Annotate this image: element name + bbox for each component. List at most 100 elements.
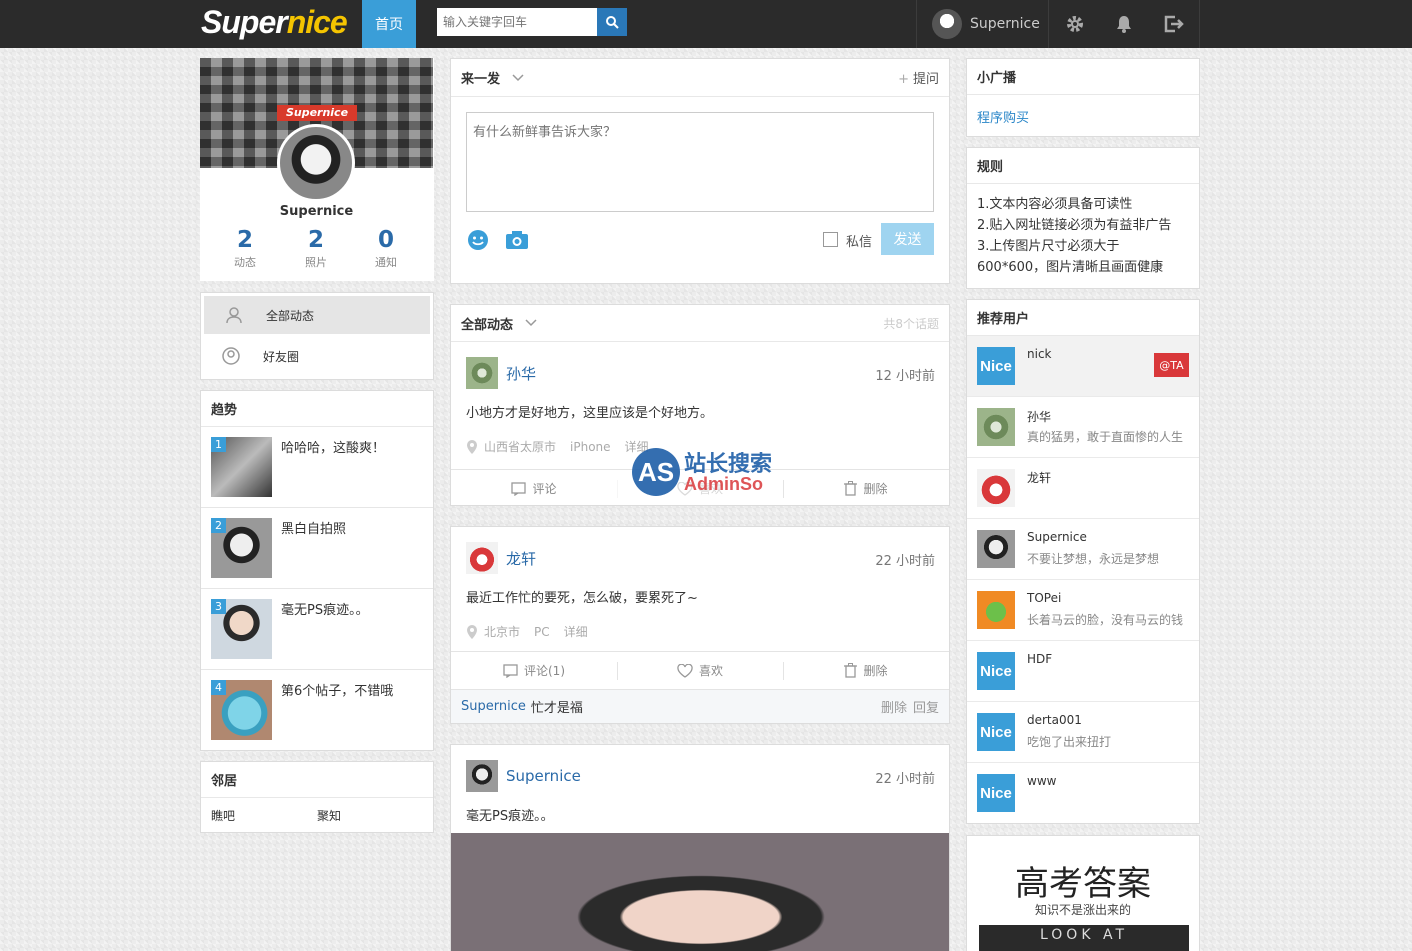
compose-header: 来一发 + 提问 <box>451 59 949 97</box>
post-content: 小地方才是好地方，这里应该是个好地方。 <box>466 406 714 421</box>
delete-button[interactable]: 删除 <box>783 652 949 689</box>
recommended-user[interactable]: TOPei 长着马云的脸，没有马云的钱 <box>967 580 1199 641</box>
post-author[interactable]: 龙轩 <box>506 548 536 569</box>
avatar[interactable] <box>466 760 498 792</box>
private-checkbox[interactable] <box>823 232 838 247</box>
post-actions: 评论(1) 喜欢 删除 <box>451 651 949 689</box>
rules-title: 规则 <box>967 148 1199 184</box>
heart-icon <box>677 481 693 496</box>
neighbor-link[interactable]: 瞧吧 <box>211 807 235 824</box>
avatar[interactable] <box>466 357 498 389</box>
notifications-button[interactable] <box>1110 10 1138 38</box>
comment-author[interactable]: Supernice <box>461 699 526 714</box>
recommended-user[interactable]: 龙轩 <box>967 458 1199 519</box>
nav-home-link[interactable]: 首页 <box>362 0 416 48</box>
like-button[interactable]: 喜欢 <box>617 652 783 689</box>
emoji-icon[interactable] <box>467 229 489 251</box>
trend-item[interactable]: 1 哈哈哈，这酸爽！ <box>201 427 433 508</box>
trend-thumbnail: 3 <box>211 599 272 659</box>
post-author[interactable]: 孙华 <box>506 363 536 384</box>
avatar[interactable] <box>977 469 1015 507</box>
settings-button[interactable] <box>1061 10 1089 38</box>
user-bio: 长着马云的脸，没有马云的钱 <box>1027 613 1184 627</box>
user-icon <box>226 307 242 324</box>
user-name[interactable]: TOPei <box>1027 591 1061 605</box>
comment-icon <box>503 663 518 678</box>
post-detail-link[interactable]: 详细 <box>564 623 588 640</box>
search-input[interactable] <box>437 8 597 36</box>
trend-item[interactable]: 2 黑白自拍照 <box>201 508 433 589</box>
trend-item[interactable]: 3 毫无PS痕迹。。 <box>201 589 433 670</box>
comment-row: Supernice 忙才是福 删除 回复 <box>451 689 949 723</box>
post-detail-link[interactable]: 详细 <box>625 438 649 455</box>
comment-text: 忙才是福 <box>530 701 583 716</box>
stat-notifications[interactable]: 0 通知 <box>361 226 411 270</box>
recommended-user[interactable]: Nice nick @TA <box>967 336 1199 397</box>
recommended-user[interactable]: Nice HDF <box>967 641 1199 702</box>
avatar[interactable]: Nice <box>977 774 1015 812</box>
feed-header: 全部动态 共8个话题 <box>451 305 949 342</box>
ask-question-button[interactable]: + 提问 <box>898 68 939 87</box>
avatar[interactable] <box>977 530 1015 568</box>
user-name[interactable]: HDF <box>1027 652 1052 666</box>
topic-count: 共8个话题 <box>883 316 939 331</box>
search-button[interactable] <box>597 8 627 36</box>
user-name[interactable]: nick <box>1027 347 1052 361</box>
private-label: 私信 <box>846 235 873 250</box>
comment-button[interactable]: 评论(1) <box>451 652 617 689</box>
logout-icon <box>1164 15 1184 33</box>
current-user-menu[interactable]: Supernice <box>916 0 1049 48</box>
avatar[interactable]: Nice <box>977 347 1015 385</box>
left-nav: 全部动态 好友圈 <box>200 292 434 380</box>
avatar[interactable] <box>466 542 498 574</box>
avatar[interactable] <box>977 408 1015 446</box>
comment-delete-link[interactable]: 删除 <box>881 697 907 716</box>
recommended-user[interactable]: 孙华 真的猛男，敢于直面惨的人生 <box>967 397 1199 458</box>
post-device: PC <box>534 624 550 639</box>
trend-item[interactable]: 4 第6个帖子，不错哦 <box>201 670 433 751</box>
profile-avatar[interactable] <box>277 124 355 202</box>
comment-reply-link[interactable]: 回复 <box>913 697 939 716</box>
avatar[interactable]: Nice <box>977 652 1015 690</box>
site-logo[interactable]: Supernice <box>201 4 348 41</box>
delete-button[interactable]: 删除 <box>783 470 949 507</box>
post-card: 孙华 12 小时前 小地方才是好地方，这里应该是个好地方。 山西省太原市 iPh… <box>451 342 949 507</box>
chevron-down-icon[interactable] <box>525 319 537 327</box>
recommended-user[interactable]: Nice derta001 吃饱了出来扭打 <box>967 702 1199 763</box>
chevron-down-icon[interactable] <box>512 73 524 82</box>
post-author[interactable]: Supernice <box>506 767 581 785</box>
purchase-link[interactable]: 程序购买 <box>977 107 1029 126</box>
user-name[interactable]: derta001 <box>1027 713 1082 727</box>
follow-button[interactable]: @TA <box>1154 353 1189 377</box>
post-device: iPhone <box>570 439 611 454</box>
heart-icon <box>677 663 693 678</box>
profile-name[interactable]: Supernice <box>200 204 433 219</box>
user-name[interactable]: 龙轩 <box>1027 469 1051 486</box>
nav-all-posts[interactable]: 全部动态 <box>204 296 430 334</box>
recommended-user[interactable]: Supernice 不要让梦想，永远是梦想 <box>967 519 1199 580</box>
location-pin-icon <box>467 439 477 454</box>
nav-friends[interactable]: 好友圈 <box>201 337 433 375</box>
user-name[interactable]: Supernice <box>1027 530 1087 544</box>
user-name[interactable]: www <box>1027 774 1056 788</box>
ad-image: LOOK AT <box>979 925 1189 951</box>
recommended-user[interactable]: Nice www <box>967 763 1199 824</box>
broadcast-title: 小广播 <box>967 59 1199 95</box>
user-name[interactable]: 孙华 <box>1027 408 1051 425</box>
like-button[interactable]: 喜欢 <box>617 470 783 507</box>
stat-posts[interactable]: 2 动态 <box>220 226 270 270</box>
feed-title[interactable]: 全部动态 <box>461 314 513 333</box>
compose-textarea[interactable] <box>466 112 934 212</box>
ad-banner[interactable]: 高考答案 知识不是涨出来的 LOOK AT <box>966 835 1200 951</box>
broadcast-panel: 小广播 程序购买 <box>966 58 1200 137</box>
avatar[interactable] <box>977 591 1015 629</box>
camera-icon[interactable] <box>505 229 529 251</box>
compose-title[interactable]: 来一发 <box>461 68 500 87</box>
avatar[interactable]: Nice <box>977 713 1015 751</box>
neighbor-link[interactable]: 聚知 <box>317 807 341 824</box>
send-button[interactable]: 发送 <box>881 223 934 255</box>
logout-button[interactable] <box>1160 10 1188 38</box>
stat-photos[interactable]: 2 照片 <box>291 226 341 270</box>
comment-button[interactable]: 评论 <box>451 470 617 507</box>
post-image[interactable] <box>451 833 949 951</box>
